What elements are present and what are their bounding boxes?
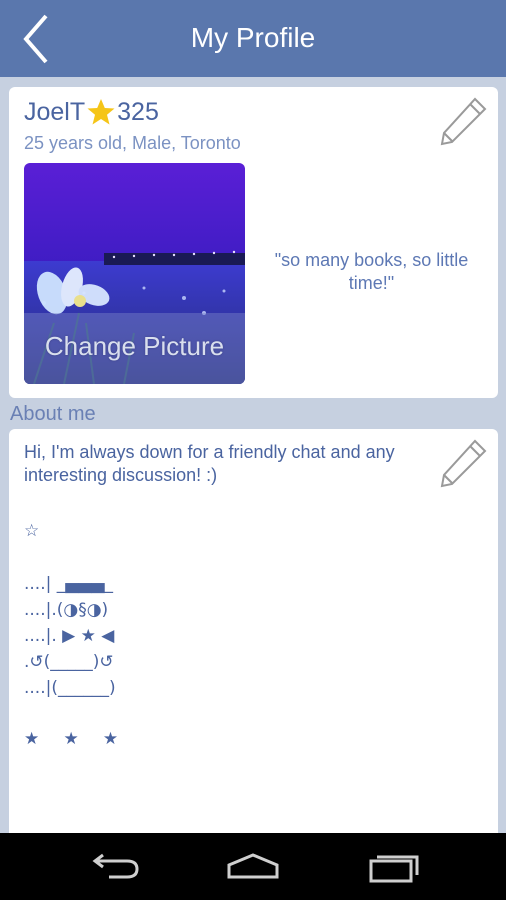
edit-about-button[interactable]: [439, 437, 489, 489]
about-art-line: ☆: [24, 521, 40, 541]
points-count: 325: [117, 97, 159, 126]
profile-picture[interactable]: Change Picture: [24, 163, 245, 384]
about-me-heading: About me: [10, 403, 96, 425]
about-art-line: ....| _▄▄▄_: [24, 574, 113, 594]
about-art-line: ....|.(◑§◑): [24, 600, 109, 620]
edit-profile-button[interactable]: [439, 95, 489, 147]
about-art-line: ★ ★ ★: [24, 729, 121, 749]
star-icon: [86, 97, 116, 127]
profile-card: JoelT 325 25 years old, Male, Toronto Ch…: [9, 87, 498, 398]
about-card: Hi, I'm always down for a friendly chat …: [9, 429, 498, 849]
recent-apps-icon: [369, 855, 419, 883]
about-art-line: ....|(______): [24, 678, 116, 698]
profile-quote: "so many books, so little time!": [274, 250, 469, 293]
nav-back-button[interactable]: [83, 847, 143, 887]
nav-recents-button[interactable]: [363, 847, 423, 887]
about-text: Hi, I'm always down for a friendly chat …: [24, 442, 395, 485]
nav-home-button[interactable]: [223, 847, 283, 887]
page-title: My Profile: [190, 22, 316, 53]
back-arrow-icon: [92, 853, 139, 879]
about-art-line: ....|. ▶ ★ ◀: [24, 626, 115, 646]
system-nav-bar: [0, 833, 506, 900]
pencil-icon: [440, 97, 487, 146]
about-art-line: .↺(_____)↺: [24, 652, 114, 672]
pencil-icon: [440, 439, 487, 488]
user-details: 25 years old, Male, Toronto: [24, 133, 241, 153]
username: JoelT: [24, 97, 86, 126]
username-row: JoelT 325: [24, 97, 159, 127]
change-picture-label: Change Picture: [44, 331, 225, 361]
home-icon: [227, 853, 279, 879]
app-header: My Profile: [0, 0, 506, 77]
